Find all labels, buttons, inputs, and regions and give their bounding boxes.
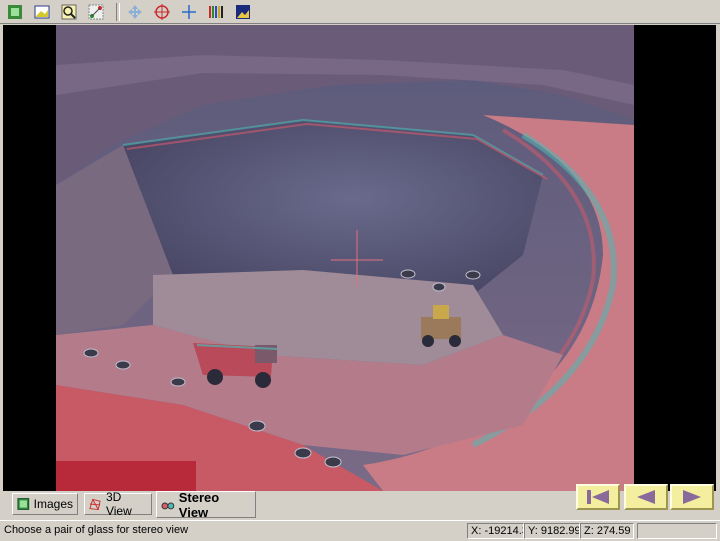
toolbar-separator (116, 2, 120, 21)
status-bar: Choose a pair of glass for stereo view X… (0, 520, 720, 541)
previous-button[interactable] (624, 484, 668, 510)
first-button[interactable] (576, 484, 620, 510)
open-image-icon[interactable] (31, 1, 53, 23)
anaglyph-pit-image (56, 25, 634, 491)
measure-icon[interactable] (85, 1, 107, 23)
x-coordinate: X: -19214.3 (467, 523, 524, 539)
zoom-extents-icon[interactable] (4, 1, 26, 23)
y-coordinate: Y: 9182.99 (524, 523, 580, 539)
next-icon (683, 490, 701, 504)
status-extra-panel (637, 523, 717, 539)
stereo-viewport[interactable] (3, 25, 716, 491)
tab-images-label: Images (33, 497, 73, 511)
previous-icon (637, 490, 655, 504)
tab-images[interactable]: Images (12, 493, 78, 515)
tab-stereo-view[interactable]: Stereo View (156, 489, 256, 520)
images-tab-icon (17, 498, 30, 510)
toolbar (0, 0, 720, 24)
tab-3d-view-label: 3D View (105, 490, 132, 518)
color-bars-icon[interactable] (205, 1, 227, 23)
status-message: Choose a pair of glass for stereo view (4, 524, 189, 536)
zoom-icon[interactable] (58, 1, 80, 23)
image-view-icon[interactable] (232, 1, 254, 23)
target-icon[interactable] (151, 1, 173, 23)
tab-3d-view[interactable]: 3D View (84, 490, 152, 518)
stereo-glasses-icon (161, 502, 175, 509)
crosshair-icon[interactable] (178, 1, 200, 23)
pan-icon[interactable] (124, 1, 146, 23)
tab-stereo-view-label: Stereo View (178, 489, 220, 520)
z-coordinate: Z: 274.59 (580, 523, 634, 539)
next-button[interactable] (670, 484, 714, 510)
3d-view-tab-icon (89, 498, 101, 511)
skip-to-start-icon (587, 490, 609, 504)
